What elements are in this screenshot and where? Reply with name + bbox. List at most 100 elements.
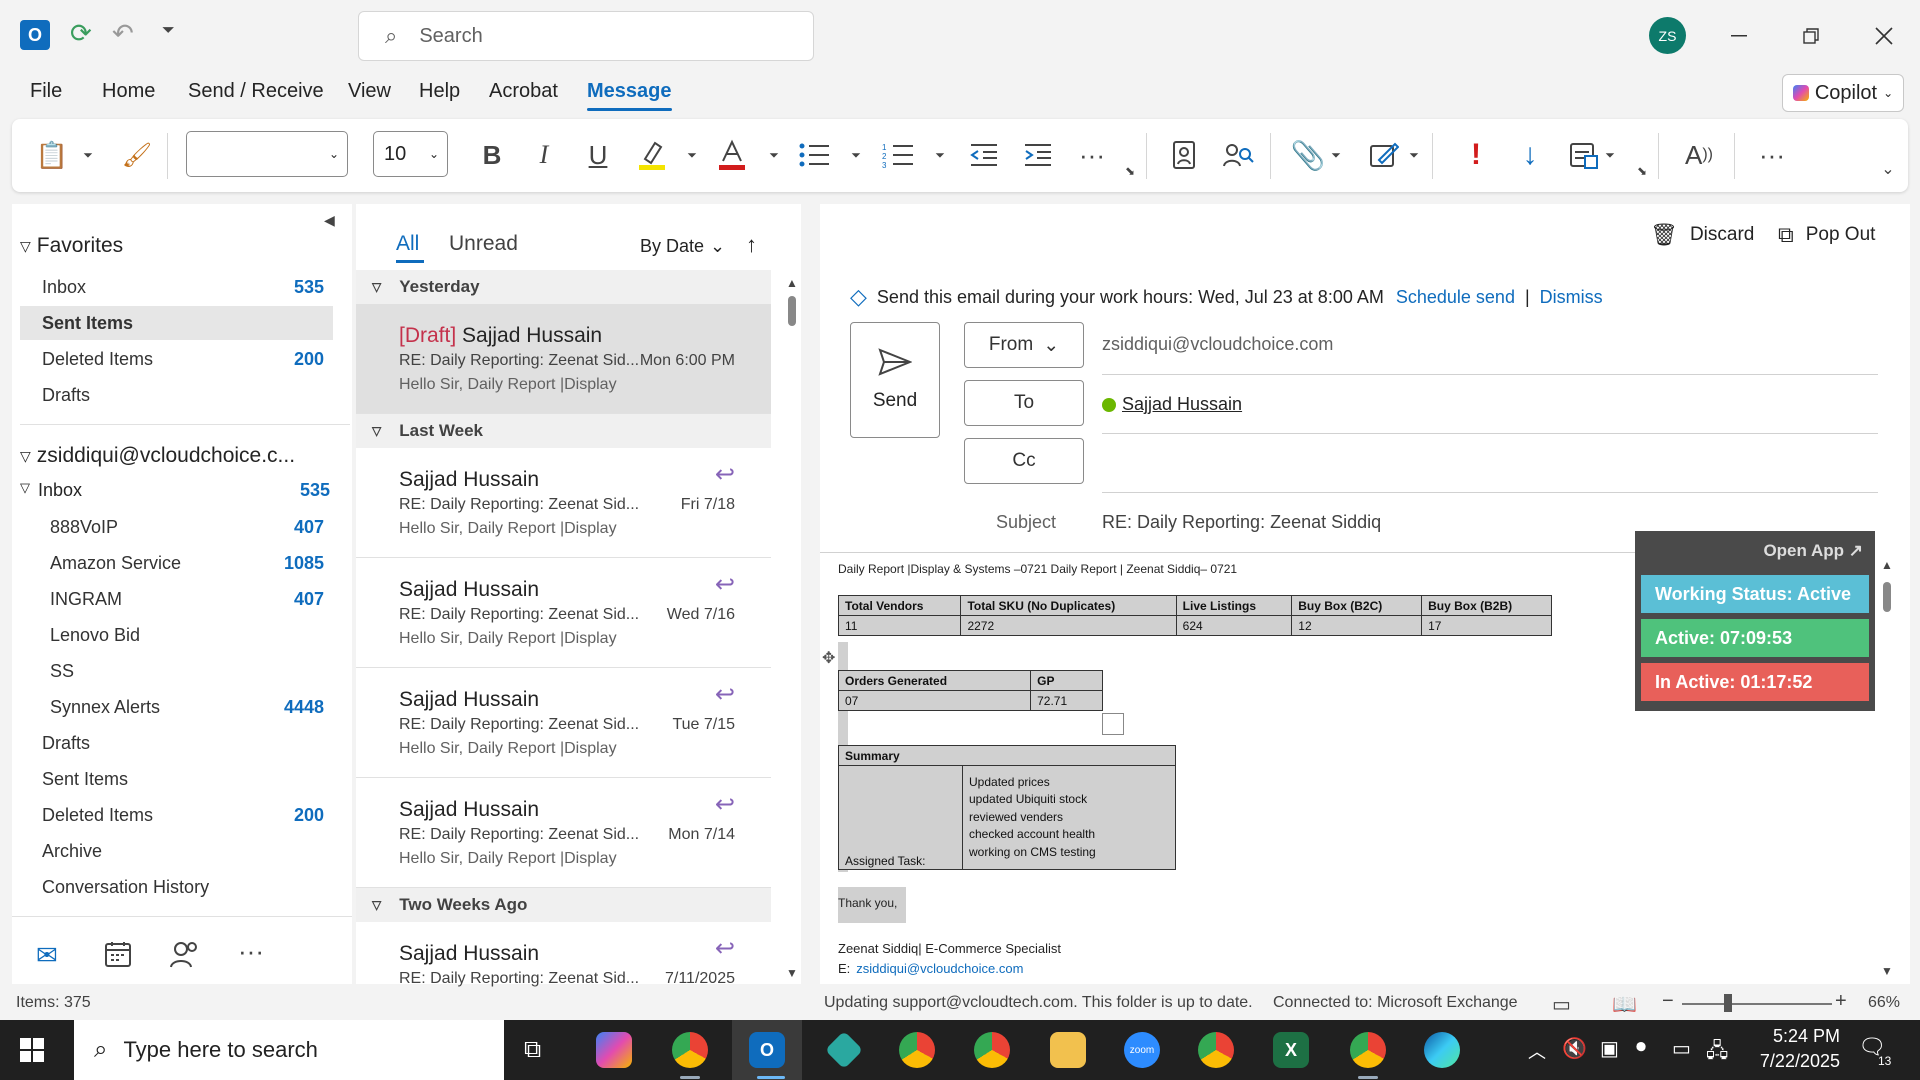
folder-ingram[interactable]: INGRAM 407 [50,582,342,616]
recipient-chip[interactable]: Sajjad Hussain [1122,394,1242,415]
menu-view[interactable]: View [348,80,391,103]
customize-toolbar-icon[interactable]: ⏷ [162,22,175,40]
dismiss-link[interactable]: Dismiss [1540,287,1603,308]
battery-icon[interactable]: ▭ [1672,1036,1691,1061]
highlight-icon[interactable] [632,135,672,175]
font-size-select[interactable]: 10 ⌄ [373,131,448,177]
minimize-icon[interactable] [1715,12,1763,60]
folder-lenovo-bid[interactable]: Lenovo Bid [50,618,342,652]
windows-start-icon[interactable] [20,1038,44,1067]
signature-name[interactable]: Zeenat Siddiq| E-Commerce Specialist [838,941,1061,956]
scroll-up-icon[interactable]: ▲ [1881,558,1893,572]
list-item[interactable]: Sajjad Hussain ↩ RE: Daily Reporting: Ze… [356,668,771,778]
undo-icon[interactable]: ↶ [112,18,134,49]
list-item[interactable]: Sajjad Hussain ↩ RE: Daily Reporting: Ze… [356,558,771,668]
copilot-button[interactable]: Copilot ⌄ [1782,74,1904,112]
highlight-dropdown-icon[interactable]: ⏷ [684,135,700,175]
list-item[interactable]: Sajjad Hussain ↩ RE: Daily Reporting: Ze… [356,448,771,558]
font-color-dropdown-icon[interactable]: ⏷ [766,135,782,175]
apps-icon[interactable] [1564,135,1604,175]
folder-fav-deleted-items[interactable]: Deleted Items 200 [42,342,342,376]
search-box[interactable]: ⌕ Search [358,11,814,61]
address-book-icon[interactable] [1164,135,1204,175]
cc-button[interactable]: Cc [964,438,1084,484]
zoom-in-icon[interactable]: + [1835,990,1847,1013]
chrome-profile-icon[interactable] [974,1032,1010,1068]
zoom-level[interactable]: 66% [1868,994,1900,1012]
group-header[interactable]: ▽ Yesterday [356,270,771,304]
copilot-app-icon[interactable] [596,1032,632,1068]
outlook-taskbar-icon[interactable]: O [749,1032,785,1068]
zoom-out-icon[interactable]: − [1662,990,1674,1013]
favorites-header[interactable]: ▽ Favorites [20,234,123,258]
collapse-ribbon-icon[interactable]: ⌄ [1878,149,1898,189]
chevron-up-icon[interactable]: ︿ [1528,1038,1546,1064]
menu-send-receive[interactable]: Send / Receive [188,80,324,103]
chrome-profile-icon[interactable] [899,1032,935,1068]
numbering-dropdown-icon[interactable]: ⏷ [932,135,948,175]
restore-icon[interactable] [1787,12,1835,60]
italic-icon[interactable]: I [524,135,564,175]
font-family-select[interactable]: ⌄ [186,131,348,177]
avatar[interactable]: ZS [1649,17,1686,54]
thanks-text[interactable]: Thank you, [838,887,906,923]
folder-fav-inbox[interactable]: Inbox 535 [42,270,342,304]
table-resize-handle[interactable] [1102,713,1124,735]
folder-conversation-history[interactable]: Conversation History [42,870,342,904]
discard-button[interactable]: 🗑 Discard [1650,222,1754,248]
folder-synnex-alerts[interactable]: Synnex Alerts 4448 [50,690,342,724]
screen-record-icon[interactable]: ⏺ [1636,1036,1646,1059]
format-painter-icon[interactable]: 🖌 [117,135,157,175]
scroll-down-icon[interactable]: ▼ [1881,964,1893,978]
list-item[interactable]: Sajjad Hussain ↩ RE: Daily Reporting: Ze… [356,922,771,987]
chrome-icon[interactable] [672,1032,708,1068]
attach-dropdown-icon[interactable]: ⏷ [1328,135,1344,175]
to-field[interactable]: Sajjad Hussain [1102,394,1242,415]
folder-deleted-items[interactable]: Deleted Items 200 [42,798,342,832]
numbering-icon[interactable]: 123 [878,135,918,175]
read-aloud-icon[interactable]: A)) [1676,135,1722,175]
collapse-pane-icon[interactable]: ◀ [324,212,335,229]
excel-icon[interactable]: X [1273,1032,1309,1068]
menu-file[interactable]: File [30,80,62,103]
folder-888voip[interactable]: 888VoIP 407 [50,510,342,544]
orders-table[interactable]: Orders Generated GP 07 72.71 [837,670,1103,711]
bold-icon[interactable]: B [472,135,512,175]
tab-all[interactable]: All [396,232,419,256]
meet-now-icon[interactable]: ▣ [1600,1036,1619,1061]
low-importance-icon[interactable]: ↓ [1510,135,1550,175]
to-button[interactable]: To [964,380,1084,426]
from-button[interactable]: From ⌄ [964,322,1084,368]
summary-table[interactable]: Summary Assigned Task: Updated prices up… [838,745,1176,870]
app-diamond-icon[interactable] [824,1030,864,1070]
menu-home[interactable]: Home [102,80,155,103]
underline-icon[interactable]: U [578,135,618,175]
sort-direction-icon[interactable]: ↑ [746,232,757,258]
scroll-up-icon[interactable]: ▲ [786,276,798,290]
zoom-app-icon[interactable]: zoom [1124,1032,1160,1068]
decrease-indent-icon[interactable] [964,135,1004,175]
signature-dropdown-icon[interactable]: ⏷ [1406,135,1422,175]
folder-amazon-service[interactable]: Amazon Service 1085 [50,546,342,580]
apps-dropdown-icon[interactable]: ⏷ [1602,135,1618,175]
sync-icon[interactable]: ⟳ [70,18,92,49]
chrome-profile-icon[interactable] [1350,1032,1386,1068]
font-color-icon[interactable] [712,135,752,175]
mail-icon[interactable]: ✉ [36,940,58,971]
table-move-handle-icon[interactable]: ✥ [822,648,835,668]
calendar-icon[interactable] [104,940,132,973]
paste-dropdown-icon[interactable]: ⏷ [78,135,98,175]
high-importance-icon[interactable]: ! [1456,135,1496,175]
group-header[interactable]: ▽ Two Weeks Ago [356,888,771,922]
list-item[interactable]: [Draft] Sajjad Hussain RE: Daily Reporti… [356,304,771,414]
more-formatting-icon[interactable]: ··· [1072,135,1112,175]
check-names-icon[interactable] [1218,135,1258,175]
folder-fav-drafts[interactable]: Drafts [42,378,342,412]
bullets-icon[interactable] [794,135,834,175]
send-button[interactable]: Send [850,322,940,438]
dialog-launcher-icon[interactable]: ⬊ [1634,163,1650,179]
zoom-slider[interactable] [1682,1003,1832,1005]
taskbar-search[interactable]: ⌕ Type here to search [74,1020,504,1080]
reading-view-icon[interactable]: 📖 [1612,992,1637,1017]
folder-fav-sent-items[interactable]: Sent Items [20,306,333,340]
